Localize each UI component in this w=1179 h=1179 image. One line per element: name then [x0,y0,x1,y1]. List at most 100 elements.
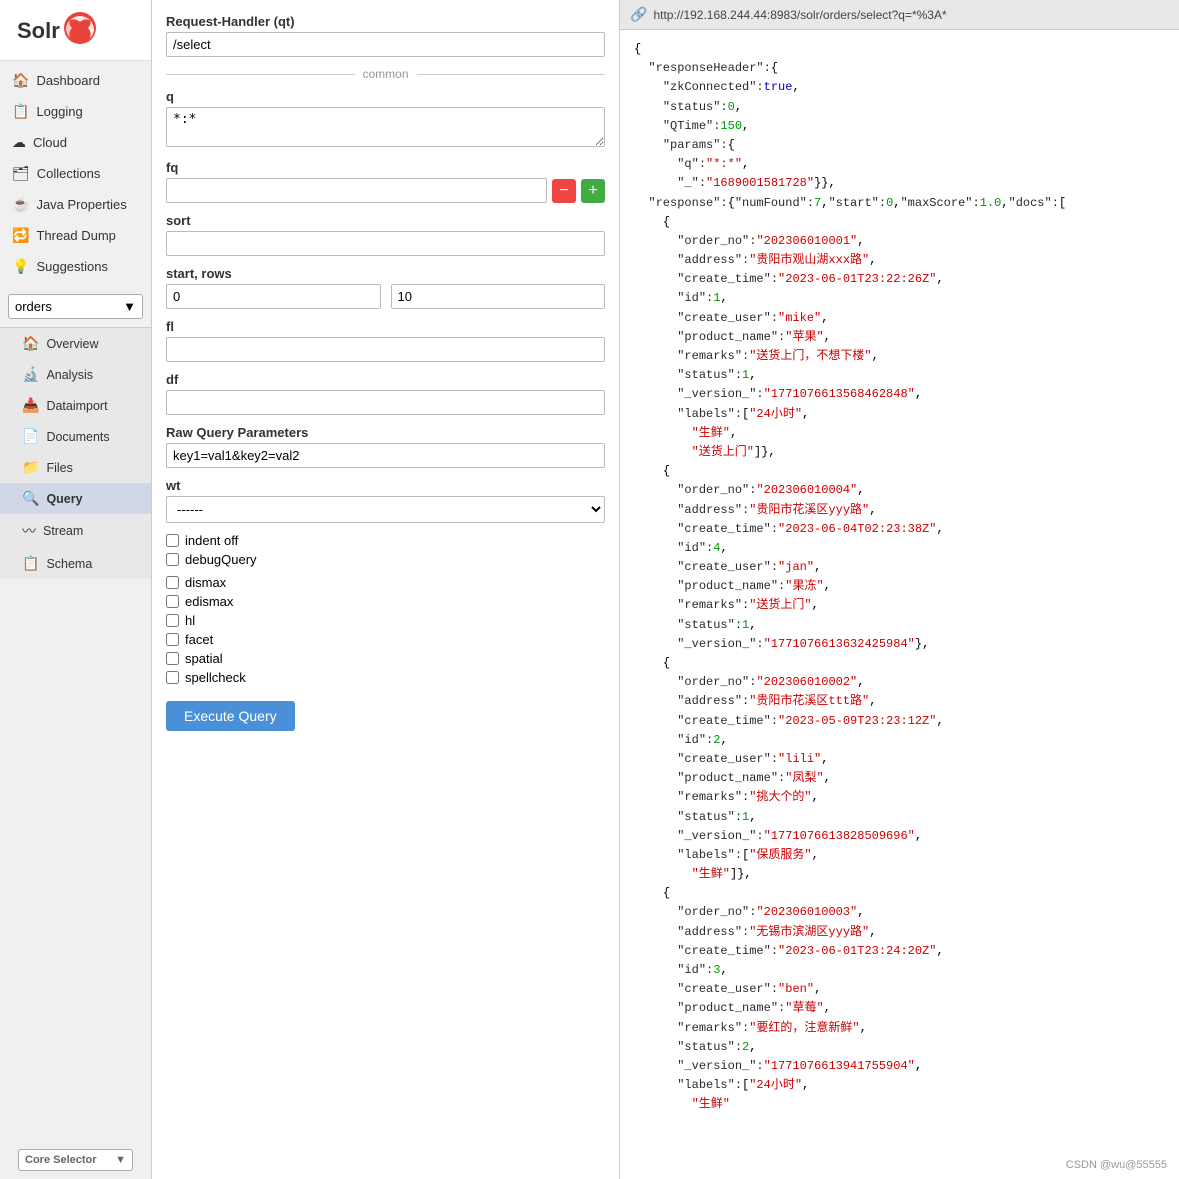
execute-query-button[interactable]: Execute Query [166,701,295,731]
wt-label: wt [166,478,605,493]
svg-text:Solr: Solr [17,18,60,43]
sidebar-item-query[interactable]: 🔍 Query [0,483,151,514]
request-handler-label: Request-Handler (qt) [166,14,605,29]
common-divider: common [166,67,605,81]
core-dropdown[interactable]: orders ▼ [8,294,143,319]
sidebar-item-schema[interactable]: 📋 Schema [0,548,151,579]
watermark: CSDN @wu@55555 [1066,1159,1167,1171]
hl-label: hl [185,613,195,628]
start-input[interactable] [166,284,381,309]
edismax-label: edismax [185,594,233,609]
sub-nav: 🏠 Overview 🔬 Analysis 📥 Dataimport 📄 Doc… [0,327,151,579]
q-group: q *:* [166,89,605,150]
main-nav: 🏠 Dashboard 📋 Logging ☁ Cloud 🗂 Collecti… [0,61,151,286]
sidebar-item-documents[interactable]: 📄 Documents [0,421,151,452]
edismax-checkbox[interactable] [166,595,179,608]
sidebar-item-files[interactable]: 📁 Files [0,452,151,483]
start-rows-row [166,284,605,309]
df-input[interactable] [166,390,605,415]
sidebar-item-stream-label: Stream [43,524,83,538]
sidebar-item-suggestions-label: Suggestions [36,259,108,274]
sidebar-item-dashboard-label: Dashboard [36,73,100,88]
rows-input[interactable] [391,284,606,309]
thread-dump-icon: 🔁 [12,227,29,244]
spatial-item: spatial [166,651,605,666]
core-selector-label: Core Selector ▼ [0,1137,151,1179]
core-selector-text: Core Selector [25,1154,97,1166]
overview-icon: 🏠 [22,335,39,352]
sidebar-item-java-properties[interactable]: ☕ Java Properties [0,189,151,220]
dismax-item: dismax [166,575,605,590]
sidebar-item-overview[interactable]: 🏠 Overview [0,328,151,359]
indent-off-checkbox[interactable] [166,534,179,547]
core-selector-dropdown[interactable]: Core Selector ▼ [18,1149,133,1171]
result-content: { "responseHeader":{ "zkConnected":true,… [620,30,1179,1179]
sidebar-item-analysis[interactable]: 🔬 Analysis [0,359,151,390]
facet-item: facet [166,632,605,647]
extra-checkboxes: dismax edismax hl facet spatial spellche… [166,575,605,685]
solr-logo: Solr [12,10,102,50]
facet-label: facet [185,632,213,647]
sidebar-item-dataimport[interactable]: 📥 Dataimport [0,390,151,421]
raw-query-group: Raw Query Parameters [166,425,605,468]
sidebar-item-dataimport-label: Dataimport [46,399,107,413]
sidebar-item-thread-dump-label: Thread Dump [36,228,115,243]
sidebar-item-suggestions[interactable]: 💡 Suggestions [0,251,151,282]
fq-remove-button[interactable]: − [552,179,576,203]
sidebar-item-collections[interactable]: 🗂 Collections [0,158,151,189]
q-label: q [166,89,605,104]
schema-icon: 📋 [22,555,39,572]
dismax-label: dismax [185,575,226,590]
df-group: df [166,372,605,415]
facet-checkbox[interactable] [166,633,179,646]
sidebar-item-dashboard[interactable]: 🏠 Dashboard [0,65,151,96]
sidebar-item-schema-label: Schema [46,557,92,571]
result-url-bar: 🔗 http://192.168.244.44:8983/solr/orders… [620,0,1179,30]
sidebar-item-logging[interactable]: 📋 Logging [0,96,151,127]
sidebar-item-java-properties-label: Java Properties [36,197,126,212]
stream-icon: 〰 [22,521,36,541]
checkbox-group: indent off debugQuery [166,533,605,567]
java-properties-icon: ☕ [12,196,29,213]
sidebar-item-cloud[interactable]: ☁ Cloud [0,127,151,158]
fl-label: fl [166,319,605,334]
cloud-icon: ☁ [12,134,26,151]
sidebar-item-stream[interactable]: 〰 Stream [0,514,151,548]
core-selector-arrow-icon: ▼ [115,1154,126,1166]
sort-input[interactable] [166,231,605,256]
wt-group: wt ------ json xml csv python ruby php [166,478,605,523]
indent-off-label: indent off [185,533,238,548]
start-rows-group: start, rows [166,266,605,309]
sidebar-item-overview-label: Overview [46,337,98,351]
sidebar-item-collections-label: Collections [37,166,101,181]
suggestions-icon: 💡 [12,258,29,275]
core-value: orders [15,299,52,314]
debug-query-checkbox[interactable] [166,553,179,566]
fq-input[interactable] [166,178,547,203]
hl-checkbox[interactable] [166,614,179,627]
sidebar-item-analysis-label: Analysis [46,368,93,382]
wt-select[interactable]: ------ json xml csv python ruby php [166,496,605,523]
request-handler-input[interactable] [166,32,605,57]
spellcheck-checkbox[interactable] [166,671,179,684]
sort-label: sort [166,213,605,228]
q-input[interactable]: *:* [166,107,605,147]
spellcheck-label: spellcheck [185,670,246,685]
debug-query-label: debugQuery [185,552,257,567]
edismax-item: edismax [166,594,605,609]
fl-input[interactable] [166,337,605,362]
spellcheck-item: spellcheck [166,670,605,685]
raw-query-input[interactable] [166,443,605,468]
dismax-checkbox[interactable] [166,576,179,589]
logo-area: Solr [0,0,151,61]
sidebar: Solr 🏠 Dashboard 📋 Logging ☁ Cloud 🗂 Col… [0,0,152,1179]
url-icon: 🔗 [630,6,647,23]
spatial-checkbox[interactable] [166,652,179,665]
hl-item: hl [166,613,605,628]
main-content: Request-Handler (qt) common q *:* fq − +… [152,0,1179,1179]
start-rows-label: start, rows [166,266,605,281]
dataimport-icon: 📥 [22,397,39,414]
sidebar-item-thread-dump[interactable]: 🔁 Thread Dump [0,220,151,251]
documents-icon: 📄 [22,428,39,445]
fq-add-button[interactable]: + [581,179,605,203]
